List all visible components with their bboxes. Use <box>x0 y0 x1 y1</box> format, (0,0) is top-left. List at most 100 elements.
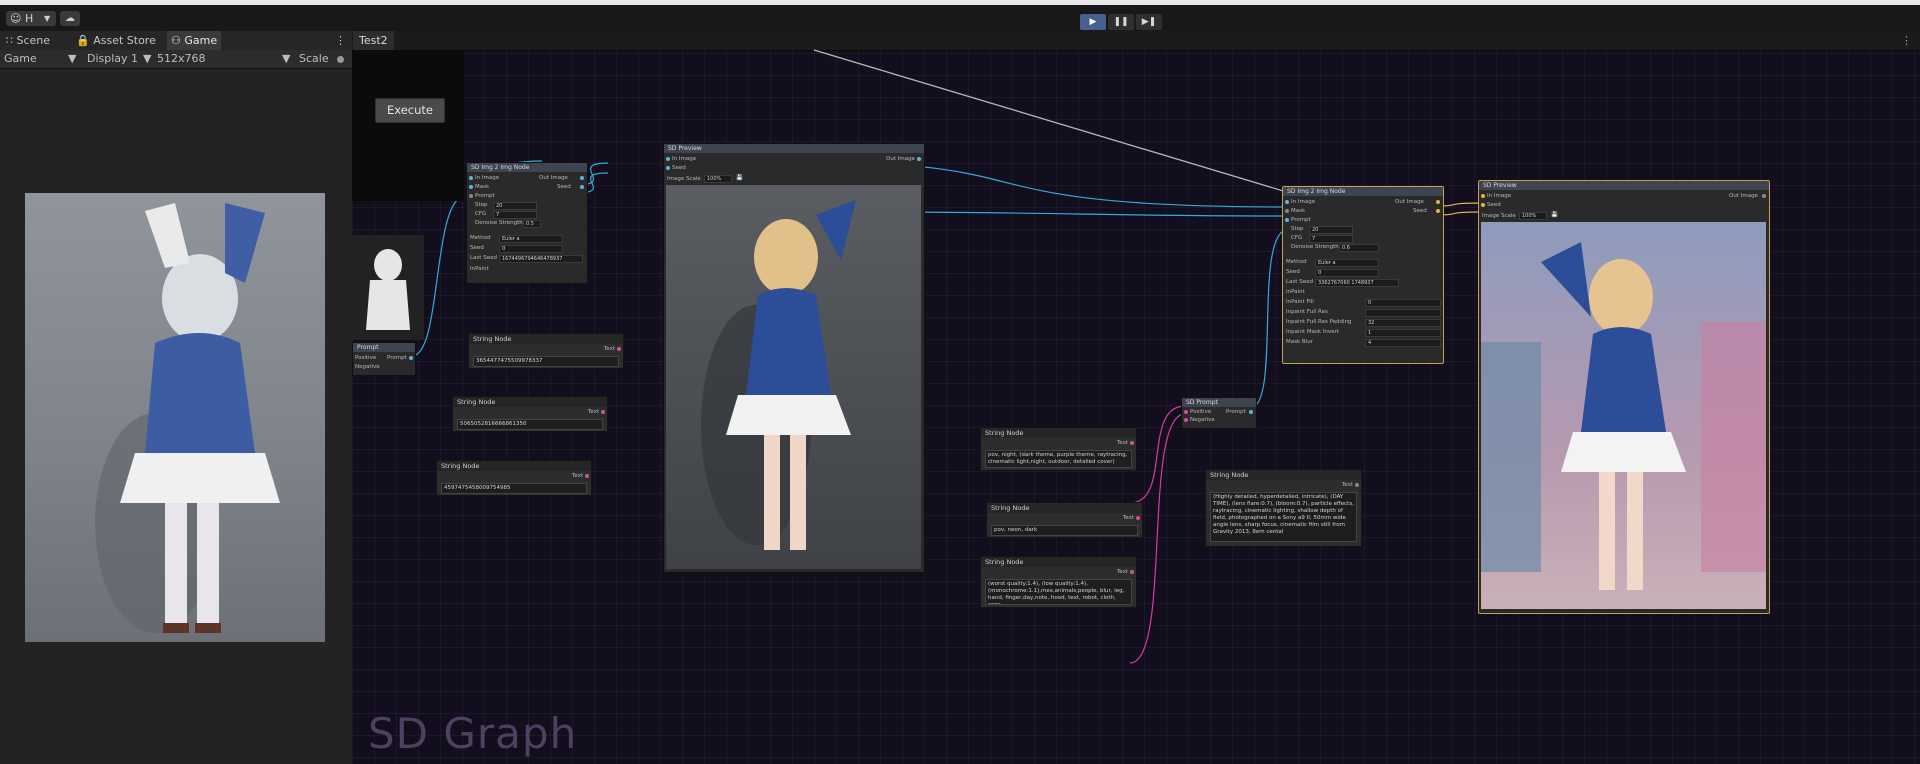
input-port[interactable] <box>469 176 473 180</box>
prompt-node-partial[interactable]: Prompt Positive Negative Prompt <box>352 342 416 376</box>
save-icon[interactable]: 💾 <box>1551 212 1558 218</box>
input-port[interactable] <box>1285 200 1289 204</box>
sd-preview-node-center[interactable]: SD Preview In Image Seed Out Image Image… <box>663 143 925 573</box>
step-icon[interactable]: ▶❚ <box>1136 14 1162 30</box>
output-port[interactable] <box>1130 570 1134 574</box>
output-port[interactable] <box>1436 200 1440 204</box>
output-port[interactable] <box>617 347 621 351</box>
string-node-seed-2[interactable]: String Node Text 5065052816666861350 <box>452 396 608 432</box>
last-seed-label: Last Seed <box>1286 279 1313 285</box>
output-port[interactable] <box>1130 441 1134 445</box>
step-field[interactable]: 20 <box>1309 226 1353 234</box>
port-prompt: Prompt <box>475 193 495 199</box>
cloud-icon[interactable]: ☁ <box>60 11 80 26</box>
string-value-field[interactable]: 4597475458009754985 <box>441 483 587 494</box>
string-value-field[interactable]: 5065052816666861350 <box>457 419 603 430</box>
play-icon[interactable]: ▶ <box>1080 14 1106 30</box>
display-dropdown[interactable]: Display 1 <box>87 50 138 68</box>
text-port-label: Text <box>1116 569 1128 575</box>
output-port[interactable] <box>1249 410 1253 414</box>
string-node-seed-3[interactable]: String Node Text 4597475458009754985 <box>436 460 592 496</box>
scale-slider-handle[interactable] <box>337 56 344 63</box>
input-port[interactable] <box>1285 218 1289 222</box>
mask-blur-label: Mask Blur <box>1286 339 1313 345</box>
string-value-field[interactable]: 3654477475509978337 <box>473 356 619 367</box>
inpaint-mask-invert-field[interactable]: 1 <box>1365 329 1441 337</box>
seed-field[interactable]: 0 <box>499 245 563 253</box>
tab-scene[interactable]: ∷ Scene <box>2 31 54 50</box>
input-port[interactable] <box>1184 418 1188 422</box>
seed-field[interactable]: 0 <box>1315 269 1379 277</box>
method-dropdown[interactable]: Euler a <box>499 235 563 243</box>
sd-img2img-node-right[interactable]: SD Img 2 Img Node In Image Mask Prompt S… <box>1282 186 1444 364</box>
string-value-field[interactable]: (Highly detailed, hyperdetailed, intrica… <box>1210 492 1357 542</box>
input-port[interactable] <box>666 166 670 170</box>
string-value-field[interactable]: pov, neon, dark <box>991 525 1138 536</box>
input-port[interactable] <box>1285 209 1289 213</box>
pause-icon[interactable]: ❚❚ <box>1108 14 1134 30</box>
tab-asset-store[interactable]: 🔒 Asset Store <box>72 31 160 50</box>
inpaint-padding-field[interactable]: 32 <box>1365 319 1441 327</box>
lock-icon: 🔒 <box>76 34 90 47</box>
port-mask: Mask <box>1291 208 1306 214</box>
cfg-field[interactable]: 7 <box>1309 235 1353 243</box>
input-port[interactable] <box>1481 194 1485 198</box>
image-scale-label: Image Scale <box>1482 213 1516 219</box>
input-port[interactable] <box>666 157 670 161</box>
tab-game[interactable]: ⚇ Game <box>167 31 222 50</box>
inpaint-toggle[interactable]: InPaint <box>1286 289 1305 295</box>
string-value-field[interactable]: (worst quality:1.4), (low quality:1.4), … <box>985 579 1132 605</box>
string-node-negative[interactable]: String Node Text (worst quality:1.4), (l… <box>980 556 1137 608</box>
input-port[interactable] <box>1481 203 1485 207</box>
string-value-field[interactable]: pov, night, (dark theme, purple theme, r… <box>985 450 1132 468</box>
string-node-positive-2[interactable]: String Node Text pov, neon, dark <box>986 502 1143 538</box>
sd-prompt-node[interactable]: SD Prompt Positive Negative Prompt <box>1181 397 1257 429</box>
sd-graph-window[interactable]: Test2 ⋮ Execute Prompt Positive Negative… <box>352 31 1920 764</box>
input-port[interactable] <box>469 194 473 198</box>
game-window-tabs: ∷ Scene 🔒 Asset Store ⚇ Game ⋮ <box>0 31 352 51</box>
output-port[interactable] <box>580 176 584 180</box>
output-port[interactable] <box>601 410 605 414</box>
method-dropdown[interactable]: Euler a <box>1315 259 1379 267</box>
mask-silhouette <box>352 235 424 340</box>
denoise-field[interactable]: 0.5 <box>523 220 541 228</box>
gamepad-icon: ⚇ <box>171 34 181 47</box>
output-port[interactable] <box>409 356 413 360</box>
inpaint-mask-invert-label: Inpaint Mask Invert <box>1286 329 1339 335</box>
text-port-label: Text <box>1116 440 1128 446</box>
step-field[interactable]: 20 <box>493 202 537 210</box>
output-port[interactable] <box>917 157 921 161</box>
account-dropdown[interactable]: ☺ H ▼ <box>6 11 56 26</box>
image-scale-dropdown[interactable]: 100% <box>1519 212 1547 220</box>
output-port[interactable] <box>1762 194 1766 198</box>
save-icon[interactable]: 💾 <box>736 175 743 181</box>
output-port[interactable] <box>585 474 589 478</box>
game-dropdown[interactable]: Game <box>4 50 37 68</box>
input-port[interactable] <box>1184 410 1188 414</box>
inpaint-full-res-field[interactable] <box>1365 309 1441 317</box>
inpaint-fill-field[interactable]: 0 <box>1365 299 1441 307</box>
string-node-positive-1[interactable]: String Node Text pov, night, (dark theme… <box>980 427 1137 471</box>
string-node-unconnected[interactable]: String Node Text (Highly detailed, hyper… <box>1205 469 1362 547</box>
output-port[interactable] <box>1136 516 1140 520</box>
inpaint-toggle[interactable]: InPaint <box>470 266 489 272</box>
image-scale-dropdown[interactable]: 100% <box>704 175 732 183</box>
execute-button[interactable]: Execute <box>375 98 445 123</box>
input-port[interactable] <box>469 185 473 189</box>
mask-blur-field[interactable]: 4 <box>1365 339 1441 347</box>
string-node-seed-1[interactable]: String Node Text 3654477475509978337 <box>468 333 624 369</box>
port-out-prompt: Prompt <box>1226 409 1246 415</box>
kebab-menu-icon[interactable]: ⋮ <box>335 31 346 50</box>
sd-img2img-node-left[interactable]: SD Img 2 Img Node In Image Mask Prompt S… <box>466 162 588 284</box>
node-title: SD Prompt <box>1182 398 1256 407</box>
node-title: String Node <box>981 428 1136 438</box>
output-port[interactable] <box>1355 483 1359 487</box>
denoise-field[interactable]: 0.6 <box>1339 244 1379 252</box>
resolution-dropdown[interactable]: 512x768 <box>157 50 206 68</box>
cfg-field[interactable]: 7 <box>493 211 537 219</box>
output-port[interactable] <box>1436 209 1440 213</box>
node-title: Prompt <box>353 343 415 352</box>
execute-overlay: Execute <box>352 50 464 201</box>
output-port[interactable] <box>580 185 584 189</box>
sd-preview-node-right[interactable]: SD Preview In Image Seed Out Image Image… <box>1478 180 1770 614</box>
